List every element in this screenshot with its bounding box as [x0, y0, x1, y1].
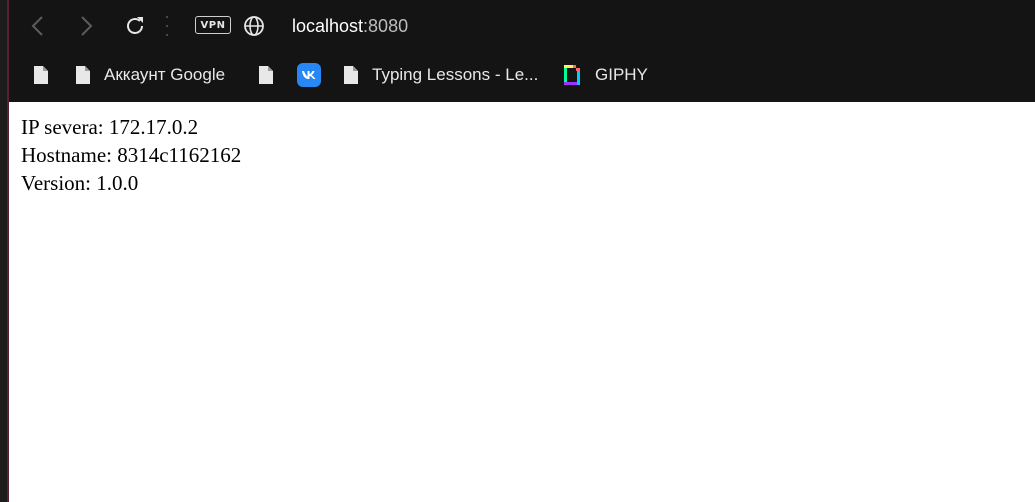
forward-button[interactable] — [70, 10, 102, 42]
page-icon — [76, 66, 90, 84]
bookmarks-bar: Аккаунт Google Typing Lessons - Le... GI… — [9, 52, 1035, 102]
page-content: IP severa: 172.17.0.2 Hostname: 8314c116… — [21, 113, 241, 197]
bookmark-label: Typing Lessons - Le... — [372, 65, 539, 84]
page-icon — [259, 66, 273, 84]
vpn-badge[interactable]: VPN — [195, 16, 231, 34]
bookmark-vk[interactable] — [297, 62, 321, 88]
bookmark-google-account[interactable]: Аккаунт Google — [75, 62, 225, 88]
chevron-right-icon — [81, 16, 93, 36]
vk-icon — [297, 63, 321, 87]
bookmark-3[interactable] — [258, 62, 274, 88]
bookmark-label: Аккаунт Google — [104, 65, 226, 84]
browser-chrome: VPN localhost:8080 Аккаунт Google Typing… — [9, 0, 1035, 102]
hostname-line: Hostname: 8314c1162162 — [21, 143, 242, 167]
toolbar: VPN localhost:8080 — [9, 0, 1035, 52]
address-bar[interactable]: localhost:8080 — [292, 13, 408, 39]
server-ip-line: IP severa: 172.17.0.2 — [21, 115, 199, 139]
bookmark-giphy[interactable]: GIPHY — [562, 62, 648, 88]
chevron-left-icon — [31, 16, 43, 36]
address-port: :8080 — [363, 16, 409, 36]
address-host: localhost — [292, 16, 364, 36]
bookmark-typing-lessons[interactable]: Typing Lessons - Le... — [343, 62, 538, 88]
toolbar-separator — [166, 16, 169, 36]
browser-window: VPN localhost:8080 Аккаунт Google Typing… — [0, 0, 1035, 502]
version-line: Version: 1.0.0 — [21, 171, 139, 195]
globe-icon[interactable] — [243, 15, 265, 37]
bookmark-label: GIPHY — [595, 65, 648, 84]
bookmark-1[interactable] — [33, 62, 49, 88]
reload-button[interactable] — [119, 10, 151, 42]
window-edge — [0, 0, 9, 502]
page-icon — [344, 66, 358, 84]
back-button[interactable] — [22, 10, 54, 42]
page-icon — [34, 66, 48, 84]
reload-icon — [127, 17, 143, 34]
giphy-icon — [564, 65, 580, 85]
